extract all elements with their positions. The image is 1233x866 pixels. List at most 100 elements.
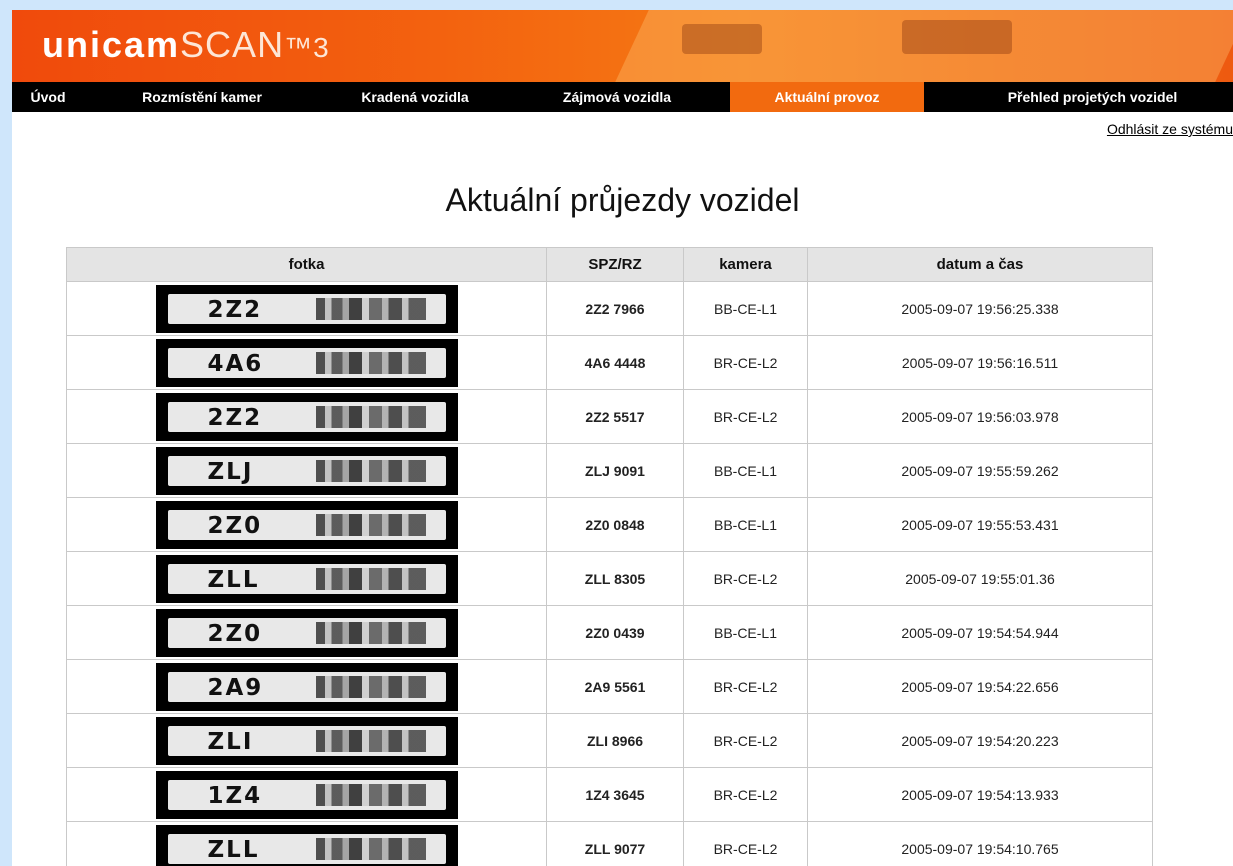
camera-cell: BB-CE-L1 <box>683 497 808 552</box>
table-row: ZLJ ZLJ 9091 BB-CE-L1 2005-09-07 19:55:59.2… <box>66 443 1153 498</box>
spz-cell: 1Z4 3645 <box>546 767 684 822</box>
license-plate-photo[interactable]: ZLL <box>155 824 458 866</box>
plate-redaction-mask <box>315 405 426 428</box>
plate-prefix-text: ZLJ <box>207 458 254 485</box>
camera-cell: BR-CE-L2 <box>683 767 808 822</box>
plate-prefix-text: ZLI <box>207 728 254 755</box>
plate-background: ZLJ <box>167 455 446 486</box>
logout-link[interactable]: Odhlásit ze systému <box>1107 121 1233 137</box>
plate-redaction-mask <box>315 837 426 860</box>
license-plate-photo[interactable]: 2Z2 <box>155 284 458 333</box>
plate-photo-cell: ZLI <box>66 713 547 768</box>
license-plate-photo[interactable]: 2Z0 <box>155 608 458 657</box>
table-row: ZLL ZLL 9077 BR-CE-L2 2005-09-07 19:54:10.7… <box>66 821 1153 866</box>
plate-background: ZLI <box>167 725 446 756</box>
plate-photo-cell: 2Z0 <box>66 497 547 552</box>
spz-cell: 2Z0 0439 <box>546 605 684 660</box>
table-header-row: fotka SPZ/RZ kamera datum a čas <box>66 247 1153 282</box>
plate-redaction-mask <box>315 297 426 320</box>
camera-cell: BR-CE-L2 <box>683 551 808 606</box>
camera-cell: BB-CE-L1 <box>683 605 808 660</box>
plate-background: 4A6 <box>167 347 446 378</box>
nav-item-kradena-vozidla[interactable]: Kradená vozidla <box>330 82 500 112</box>
column-header-photo: fotka <box>66 247 547 282</box>
plate-photo-cell: 2A9 <box>66 659 547 714</box>
nav-item-aktualni-provoz[interactable]: Aktuální provoz <box>730 82 924 112</box>
spz-cell: ZLI 8966 <box>546 713 684 768</box>
table-row: 2A9 2A9 5561 BR-CE-L2 2005-09-07 19:54:22.6… <box>66 659 1153 714</box>
camera-cell: BB-CE-L1 <box>683 443 808 498</box>
license-plate-photo[interactable]: 2Z0 <box>155 500 458 549</box>
plate-redaction-mask <box>315 783 426 806</box>
plate-prefix-text: 4A6 <box>207 350 264 377</box>
banner-car-graphic <box>682 24 762 54</box>
nav-item-zajmova-vozidla[interactable]: Zájmová vozidla <box>532 82 702 112</box>
table-row: 2Z0 2Z0 0848 BB-CE-L1 2005-09-07 19:55:53.4… <box>66 497 1153 552</box>
spz-cell: ZLL 9077 <box>546 821 684 866</box>
vehicle-passages-table: fotka SPZ/RZ kamera datum a čas 2Z2 2Z2 7… <box>66 247 1153 866</box>
plate-photo-cell: 4A6 <box>66 335 547 390</box>
plate-prefix-text: 2Z0 <box>207 512 263 539</box>
nav-item-uvod[interactable]: Úvod <box>12 82 84 112</box>
app-logo[interactable]: unicamSCAN™3 <box>42 24 330 66</box>
datetime-cell: 2005-09-07 19:55:53.431 <box>807 497 1153 552</box>
page-title: Aktuální průjezdy vozidel <box>445 182 800 218</box>
nav-item-rozmisteni-kamer[interactable]: Rozmístění kamer <box>112 82 292 112</box>
banner-car-graphic <box>902 20 1012 54</box>
license-plate-photo[interactable]: ZLL <box>155 554 458 603</box>
plate-background: 2Z2 <box>167 293 446 324</box>
plate-prefix-text: ZLL <box>207 566 260 593</box>
datetime-cell: 2005-09-07 19:55:59.262 <box>807 443 1153 498</box>
plate-photo-cell: ZLL <box>66 551 547 606</box>
license-plate-photo[interactable]: 2Z2 <box>155 392 458 441</box>
spz-cell: 2Z2 5517 <box>546 389 684 444</box>
table-row: 1Z4 1Z4 3645 BR-CE-L2 2005-09-07 19:54:13.9… <box>66 767 1153 822</box>
datetime-cell: 2005-09-07 19:54:54.944 <box>807 605 1153 660</box>
datetime-cell: 2005-09-07 19:54:22.656 <box>807 659 1153 714</box>
table-row: 2Z2 2Z2 7966 BB-CE-L1 2005-09-07 19:56:25.3… <box>66 281 1153 336</box>
plate-background: 2Z0 <box>167 509 446 540</box>
plate-prefix-text: 2Z2 <box>207 296 263 323</box>
table-row: ZLL ZLL 8305 BR-CE-L2 2005-09-07 19:55:01.3… <box>66 551 1153 606</box>
nav-item-prehled-projetych-vozidel[interactable]: Přehled projetých vozidel <box>952 82 1233 112</box>
license-plate-photo[interactable]: 2A9 <box>155 662 458 711</box>
plate-prefix-text: ZLL <box>207 836 260 863</box>
camera-cell: BR-CE-L2 <box>683 389 808 444</box>
table-row: 2Z2 2Z2 5517 BR-CE-L2 2005-09-07 19:56:03.9… <box>66 389 1153 444</box>
camera-cell: BR-CE-L2 <box>683 659 808 714</box>
datetime-cell: 2005-09-07 19:56:25.338 <box>807 281 1153 336</box>
spz-cell: ZLL 8305 <box>546 551 684 606</box>
datetime-cell: 2005-09-07 19:55:01.36 <box>807 551 1153 606</box>
plate-photo-cell: 2Z2 <box>66 281 547 336</box>
table-row: ZLI ZLI 8966 BR-CE-L2 2005-09-07 19:54:20.2… <box>66 713 1153 768</box>
camera-cell: BB-CE-L1 <box>683 281 808 336</box>
license-plate-photo[interactable]: ZLI <box>155 716 458 765</box>
plate-redaction-mask <box>315 729 426 752</box>
plate-prefix-text: 2Z2 <box>207 404 263 431</box>
plate-redaction-mask <box>315 621 426 644</box>
datetime-cell: 2005-09-07 19:54:10.765 <box>807 821 1153 866</box>
datetime-cell: 2005-09-07 19:54:13.933 <box>807 767 1153 822</box>
camera-cell: BR-CE-L2 <box>683 335 808 390</box>
plate-redaction-mask <box>315 459 426 482</box>
license-plate-photo[interactable]: 1Z4 <box>155 770 458 819</box>
plate-background: ZLL <box>167 563 446 594</box>
logo-light-text: SCAN <box>180 24 285 65</box>
logo-bold-text: unicam <box>42 24 181 65</box>
main-nav: Úvod Rozmístění kamer Kradená vozidla Zá… <box>12 82 1233 112</box>
column-header-spz: SPZ/RZ <box>546 247 684 282</box>
table-row: 2Z0 2Z0 0439 BB-CE-L1 2005-09-07 19:54:54.9… <box>66 605 1153 660</box>
plate-redaction-mask <box>315 513 426 536</box>
page-frame: unicamSCAN™3 Úvod Rozmístění kamer Krade… <box>12 10 1233 866</box>
spz-cell: 4A6 4448 <box>546 335 684 390</box>
license-plate-photo[interactable]: ZLJ <box>155 446 458 495</box>
spz-cell: 2A9 5561 <box>546 659 684 714</box>
spz-cell: 2Z0 0848 <box>546 497 684 552</box>
plate-background: 2Z0 <box>167 617 446 648</box>
plate-photo-cell: 2Z2 <box>66 389 547 444</box>
license-plate-photo[interactable]: 4A6 <box>155 338 458 387</box>
plate-prefix-text: 1Z4 <box>207 782 263 809</box>
plate-redaction-mask <box>315 567 426 590</box>
plate-redaction-mask <box>315 351 426 374</box>
datetime-cell: 2005-09-07 19:56:16.511 <box>807 335 1153 390</box>
